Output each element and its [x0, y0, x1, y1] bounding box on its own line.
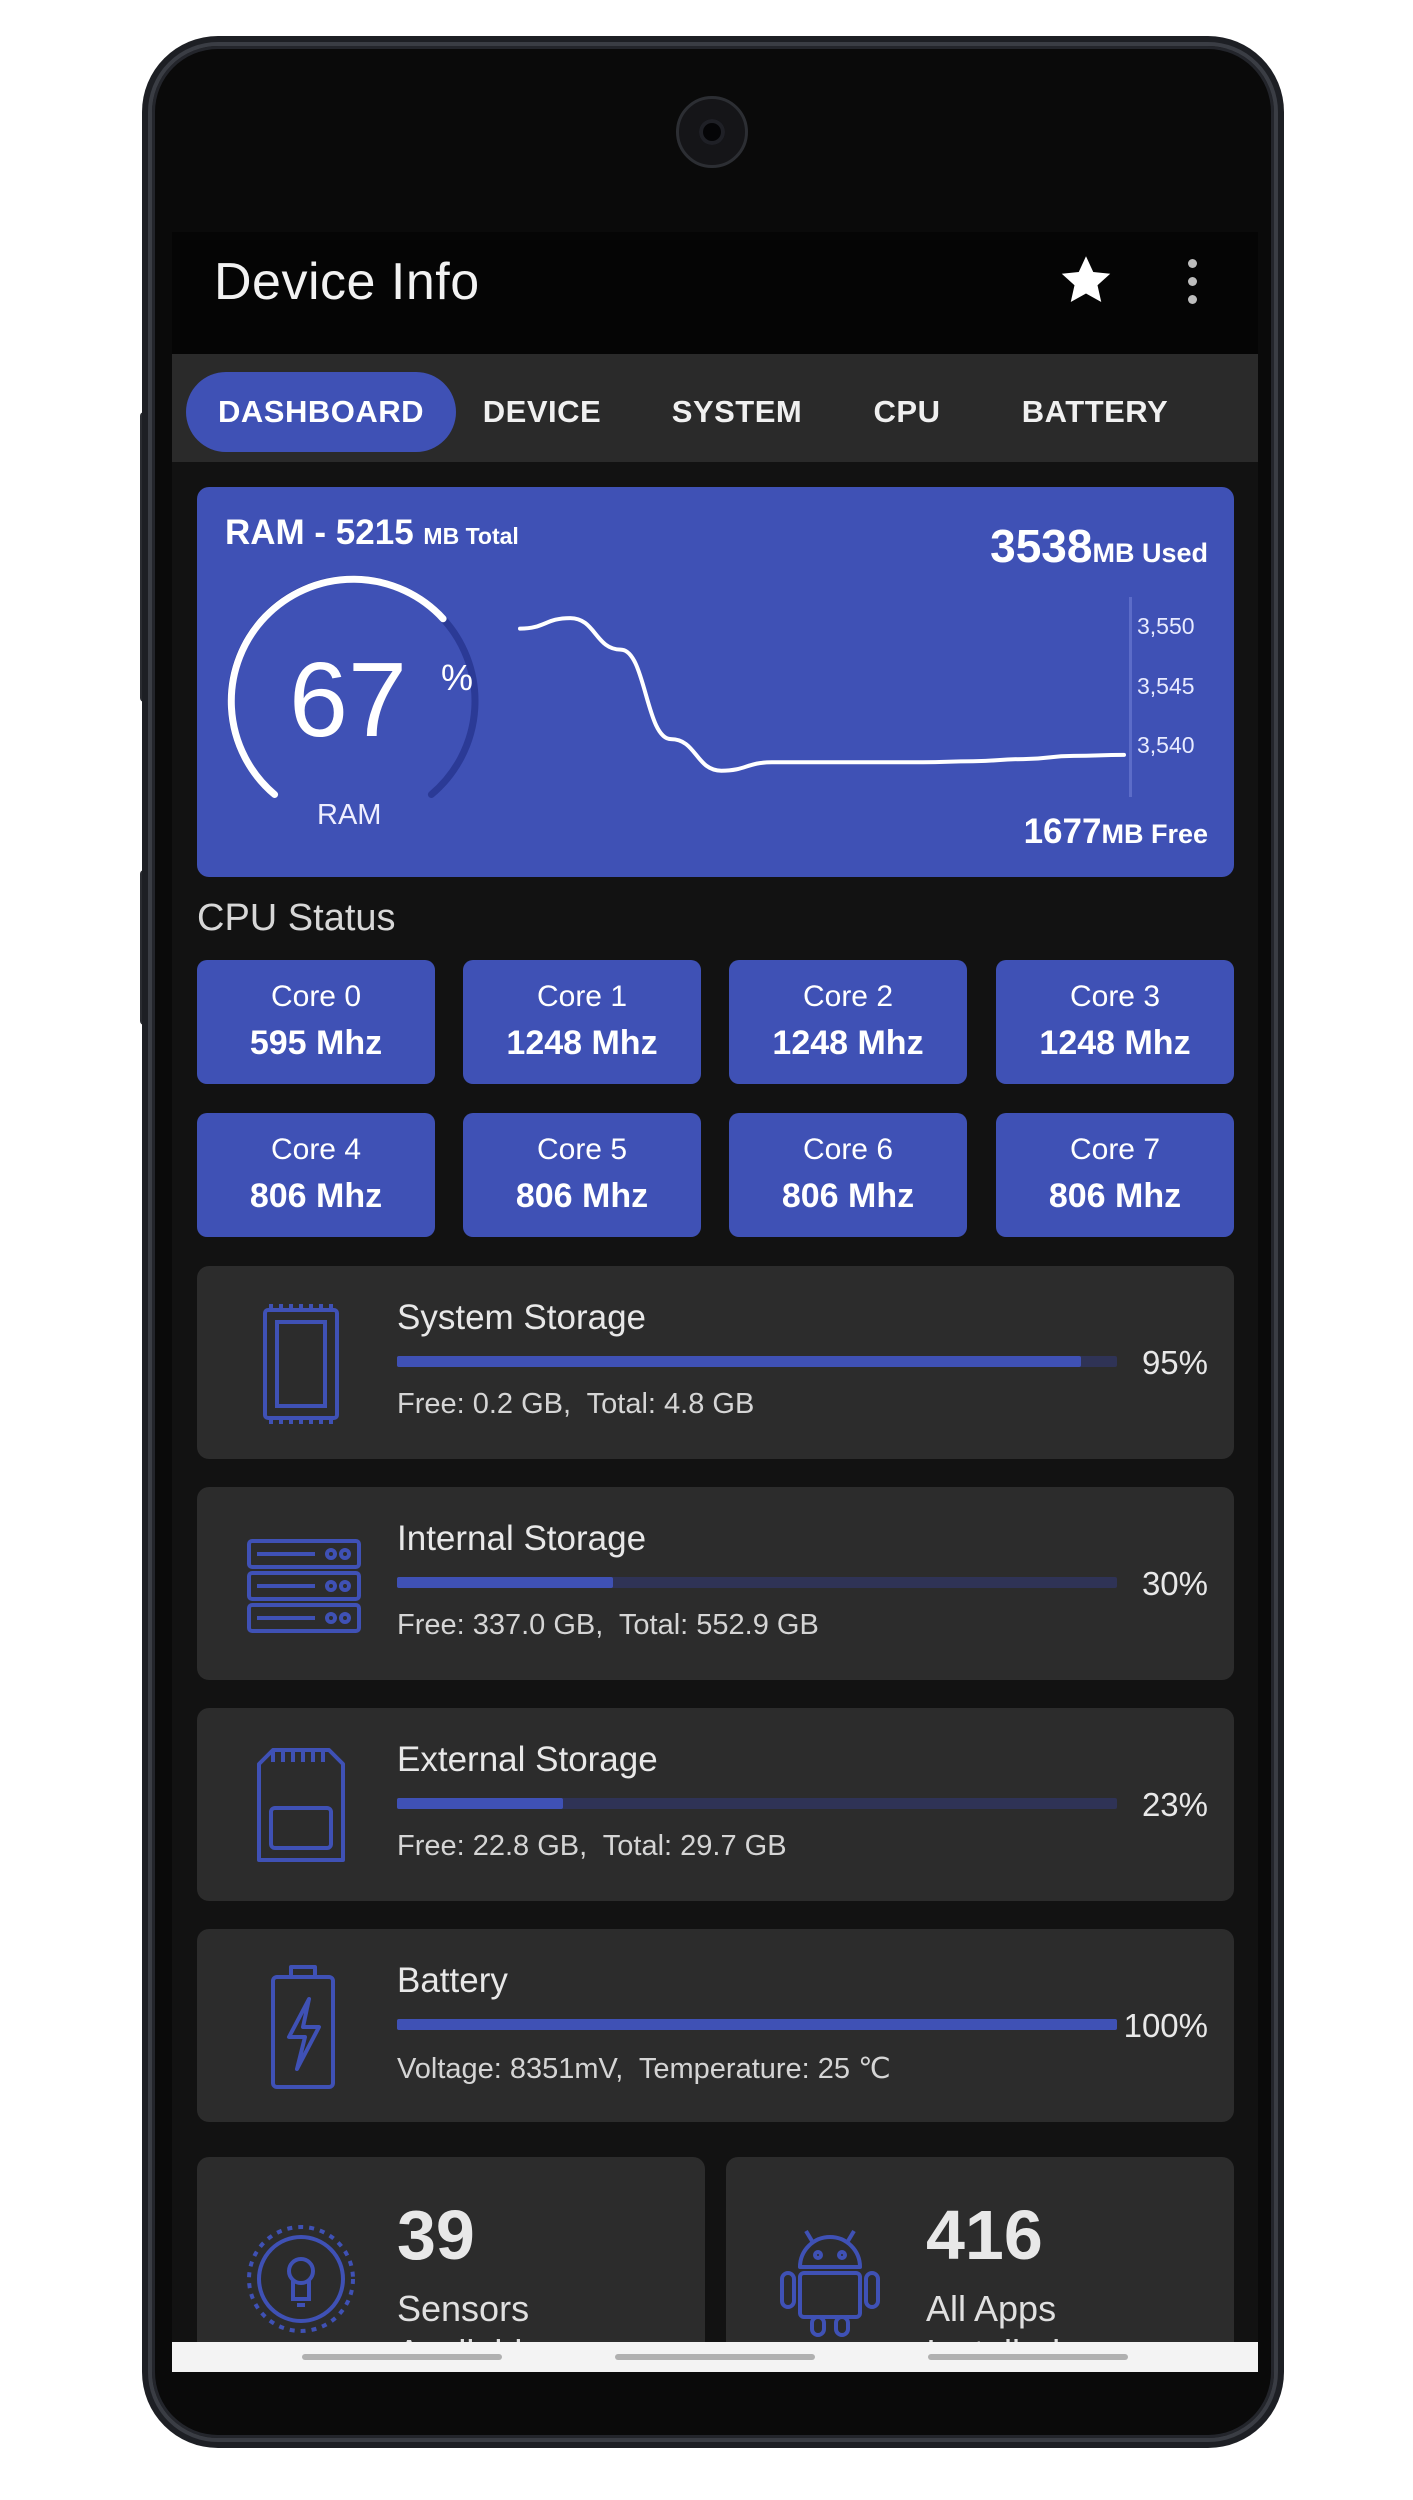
- ram-total-value: RAM - 5215: [225, 513, 414, 552]
- core-name: Core 3: [1069, 980, 1161, 1013]
- apps-card[interactable]: 416 All Apps Installed: [726, 2157, 1234, 2372]
- sd-card-icon: [257, 1748, 345, 1862]
- system-storage-card[interactable]: System Storage 95% Free: 0.2 GB, Total: …: [197, 1266, 1234, 1459]
- ram-total: RAM - 5215 MB Total: [225, 513, 519, 553]
- core-frequency: 806 Mhz: [781, 1177, 915, 1215]
- tab-battery[interactable]: BATTERY: [1000, 372, 1190, 452]
- ram-free-value: 1677: [1023, 812, 1102, 851]
- ram-free-unit: MB Free: [1101, 819, 1208, 849]
- sensors-count: 39: [397, 2196, 475, 2274]
- sensor-icon: [247, 2225, 355, 2333]
- storage-detail: Free: 337.0 GB, Total: 552.9 GB: [397, 1609, 819, 1641]
- y-tick-label: 3,550: [1137, 613, 1195, 639]
- storage-name: Battery: [397, 1961, 508, 2000]
- storage-progress-fill: [397, 1798, 563, 1809]
- core-name: Core 0: [270, 980, 362, 1013]
- ram-gauge-label: RAM: [317, 799, 382, 831]
- core-frequency: 806 Mhz: [249, 1177, 383, 1215]
- core-name: Core 2: [802, 980, 894, 1013]
- y-tick-label: 3,540: [1137, 732, 1195, 758]
- storage-detail: Free: 22.8 GB, Total: 29.7 GB: [397, 1830, 787, 1862]
- core-frequency: 595 Mhz: [249, 1024, 383, 1062]
- battery-progress-bar: [397, 2019, 1117, 2030]
- ram-free: 1677MB Free: [1024, 812, 1208, 852]
- tab-dashboard[interactable]: DASHBOARD: [186, 372, 456, 452]
- core-0-tile[interactable]: Core 0 595 Mhz: [197, 960, 435, 1084]
- app-title: Device Info: [214, 253, 480, 311]
- power-button: [140, 412, 148, 702]
- tab-device[interactable]: DEVICE: [467, 372, 617, 452]
- battery-card[interactable]: Battery 100% Voltage: 8351mV, Temperatur…: [197, 1929, 1234, 2122]
- tab-cpu[interactable]: CPU: [852, 372, 962, 452]
- core-frequency: 1248 Mhz: [506, 1024, 658, 1062]
- core-name: Core 6: [802, 1133, 894, 1166]
- tab-bar: DASHBOARD DEVICE SYSTEM CPU BATTERY: [172, 354, 1258, 462]
- cpu-status-title: CPU Status: [197, 897, 396, 939]
- volume-button: [140, 870, 148, 1025]
- battery-percent: 100%: [1123, 2007, 1208, 2044]
- core-6-tile[interactable]: Core 6 806 Mhz: [729, 1113, 967, 1237]
- core-name: Core 5: [536, 1133, 628, 1166]
- nav-back-pill[interactable]: [928, 2354, 1128, 2360]
- sensors-label-line1: Sensors: [397, 2288, 530, 2329]
- ram-usage-graph: [518, 616, 1126, 773]
- system-nav-bar: [172, 2342, 1258, 2372]
- graph-y-axis: [1129, 597, 1132, 797]
- ram-used: 3538MB Used: [990, 519, 1208, 573]
- apps-count: 416: [926, 2196, 1043, 2274]
- core-name: Core 7: [1069, 1133, 1161, 1166]
- internal-storage-card[interactable]: Internal Storage 30% Free: 337.0 GB, Tot…: [197, 1487, 1234, 1680]
- external-storage-card[interactable]: External Storage 23% Free: 22.8 GB, Tota…: [197, 1708, 1234, 1901]
- core-frequency: 1248 Mhz: [772, 1024, 924, 1062]
- ram-used-unit: MB Used: [1092, 538, 1208, 568]
- y-tick-label: 3,545: [1137, 673, 1195, 699]
- storage-progress-fill: [397, 1356, 1081, 1367]
- core-frequency: 1248 Mhz: [1039, 1024, 1191, 1062]
- ram-usage-line: [518, 616, 1126, 773]
- storage-progress-bar: [397, 1356, 1117, 1367]
- apps-label-line1: All Apps: [926, 2288, 1057, 2329]
- ram-card[interactable]: RAM - 5215 MB Total 3538MB Used 67 % RAM…: [197, 487, 1234, 877]
- core-frequency: 806 Mhz: [515, 1177, 649, 1215]
- core-name: Core 4: [270, 1133, 362, 1166]
- storage-detail: Free: 0.2 GB, Total: 4.8 GB: [397, 1388, 755, 1420]
- core-7-tile[interactable]: Core 7 806 Mhz: [996, 1113, 1234, 1237]
- star-icon[interactable]: [1056, 250, 1116, 310]
- nav-recents-pill[interactable]: [302, 2354, 502, 2360]
- storage-name: Internal Storage: [397, 1519, 647, 1558]
- core-4-tile[interactable]: Core 4 806 Mhz: [197, 1113, 435, 1237]
- sensors-card[interactable]: 39 Sensors Available: [197, 2157, 705, 2372]
- app-screen: Device Info DASHBOARD DEVICE SYSTEM CPU …: [172, 232, 1258, 2372]
- battery-charging-icon: [271, 1965, 335, 2089]
- tab-system[interactable]: SYSTEM: [657, 372, 817, 452]
- core-5-tile[interactable]: Core 5 806 Mhz: [463, 1113, 701, 1237]
- core-2-tile[interactable]: Core 2 1248 Mhz: [729, 960, 967, 1084]
- storage-progress-bar: [397, 1798, 1117, 1809]
- battery-detail: Voltage: 8351mV, Temperature: 25 ℃: [397, 2053, 891, 2085]
- ram-total-unit: MB Total: [423, 523, 519, 549]
- storage-progress-fill: [397, 1577, 613, 1588]
- battery-progress-fill: [397, 2019, 1117, 2030]
- storage-percent: 95%: [1141, 1344, 1208, 1381]
- storage-name: External Storage: [397, 1740, 658, 1779]
- app-bar: Device Info: [172, 232, 1258, 354]
- ram-used-value: 3538: [990, 520, 1093, 572]
- server-icon: [247, 1539, 361, 1633]
- storage-progress-bar: [397, 1577, 1117, 1588]
- core-frequency: 806 Mhz: [1048, 1177, 1182, 1215]
- more-vert-icon[interactable]: [1182, 254, 1202, 310]
- core-1-tile[interactable]: Core 1 1248 Mhz: [463, 960, 701, 1084]
- storage-percent: 23%: [1141, 1786, 1208, 1823]
- android-icon: [780, 2229, 880, 2337]
- core-3-tile[interactable]: Core 3 1248 Mhz: [996, 960, 1234, 1084]
- ram-percent-value: 67: [289, 641, 407, 759]
- core-name: Core 1: [536, 980, 628, 1013]
- nav-home-pill[interactable]: [615, 2354, 815, 2360]
- storage-percent: 30%: [1141, 1565, 1208, 1602]
- front-camera: [676, 96, 748, 168]
- storage-name: System Storage: [397, 1298, 646, 1337]
- ram-percent-sign: %: [441, 657, 474, 698]
- memory-chip-icon: [263, 1304, 339, 1424]
